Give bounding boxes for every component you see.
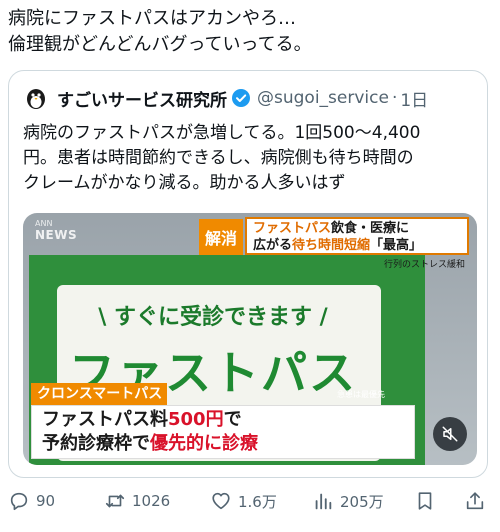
avatar[interactable]	[23, 85, 49, 111]
caption-text: 「最高」	[370, 238, 423, 253]
info-text: ファストパス料	[42, 409, 168, 430]
service-name-bar: クロンスマートパス	[31, 383, 167, 405]
quoted-post-header: すごいサービス研究所 @sugoi_service · 1日	[23, 83, 428, 113]
caption-text: 飲食・医療に	[331, 221, 410, 236]
news-caption-subtext: 行列のストレス緩和	[383, 260, 465, 270]
repost-count: 1026	[132, 492, 171, 510]
post-text: 病院にファストパスはアカンやろ… 倫理観がどんどんバグっていってる。	[8, 6, 492, 58]
analytics-icon	[315, 493, 332, 510]
mute-button[interactable]	[433, 417, 467, 451]
news-caption-tag: 解消	[199, 219, 243, 255]
info-text: 予約診療枠で	[42, 433, 150, 454]
reply-button[interactable]: 90	[8, 490, 55, 512]
reply-icon	[10, 492, 28, 511]
news-channel-logo: ANN NEWS	[35, 219, 78, 242]
info-text-price: 500円	[168, 409, 224, 430]
like-count: 1.6万	[238, 492, 277, 511]
views-count: 205万	[340, 492, 384, 511]
video-thumbnail[interactable]: ANN NEWS \ すぐに受診できます / ファストパス 解消 ファストパス飲…	[23, 213, 477, 465]
user-handle[interactable]: @sugoi_service	[257, 88, 389, 108]
repost-icon	[105, 494, 125, 508]
caption-text: ファストパス	[253, 221, 332, 236]
quoted-post-text: 病院のファストパスが急増してる。1回500〜4,400 円。患者は時間節約できる…	[23, 121, 479, 196]
news-caption-box: ファストパス飲食・医療に 広がる待ち時間短縮「最高」	[245, 217, 469, 255]
repost-button[interactable]: 1026	[104, 490, 170, 512]
display-name[interactable]: すごいサービス研究所	[57, 86, 227, 111]
reply-count: 90	[36, 492, 56, 510]
post-text-line-1: 病院にファストパスはアカンやろ…	[8, 8, 296, 29]
bookmark-button[interactable]	[414, 490, 442, 512]
caption-text: 待ち時間短縮	[292, 238, 371, 253]
quoted-text-line-3: クレームがかなり減る。助かる人多いはず	[23, 173, 346, 193]
share-button[interactable]	[464, 490, 492, 512]
verified-badge-icon	[231, 88, 251, 108]
post-actions-bar: 90 1026 1.6万 205万	[8, 488, 492, 514]
sign-text-top: \ すぐに受診できます /	[98, 305, 328, 330]
quoted-text-line-2: 円。患者は時間節約できるし、病院側も待ち時間の	[23, 148, 414, 168]
views-button[interactable]: 205万	[312, 490, 384, 512]
speaker-muted-icon	[442, 426, 458, 442]
post-text-line-2: 倫理観がどんどんバグっていってる。	[8, 34, 312, 55]
post-timestamp[interactable]: 1日	[400, 86, 428, 111]
quoted-post-card[interactable]: すごいサービス研究所 @sugoi_service · 1日 病院のファストパス…	[8, 70, 488, 478]
news-info-caption: ファストパス料500円で 予約診療枠で優先的に診療	[31, 405, 415, 459]
info-text: で	[223, 409, 242, 430]
info-text-priority: 優先的に診療	[150, 433, 258, 454]
share-icon	[466, 492, 484, 510]
like-button[interactable]: 1.6万	[210, 490, 277, 512]
separator-dot: ·	[391, 88, 398, 108]
quoted-text-line-1: 病院のファストパスが急増してる。1回500〜4,400	[23, 123, 421, 143]
heart-icon	[212, 492, 230, 510]
service-note: 急患は最優先	[337, 390, 385, 399]
caption-text: 広がる	[253, 238, 293, 253]
bookmark-icon	[418, 492, 432, 510]
